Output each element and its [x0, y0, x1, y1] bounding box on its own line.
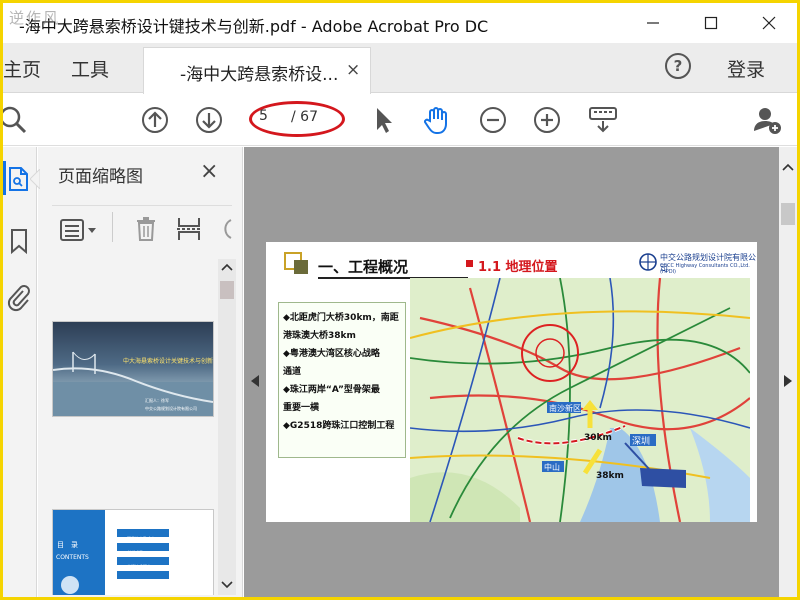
delete-page-icon[interactable] — [134, 216, 158, 242]
map-label-zhongshan: 中山 — [544, 462, 560, 472]
watermark-logo: 逆作风 — [9, 9, 61, 27]
document-page: 一、工程概况 1.1 地理位置 中交公路规划设计院有限公司 CCCC Highw… — [266, 242, 757, 522]
toc-item: 创新成果 — [117, 550, 169, 565]
thumbnail-options-icon[interactable] — [60, 218, 100, 242]
document-scrollbar[interactable] — [779, 147, 797, 597]
subsection-title: 1.1 地理位置 — [478, 260, 558, 275]
minimize-button[interactable] — [633, 9, 673, 37]
map-distance-30km: 30km — [584, 433, 612, 443]
nav-active-indicator — [3, 161, 6, 195]
section-title: 一、工程概况 — [318, 258, 409, 276]
collapse-left-icon[interactable] — [251, 375, 259, 387]
acrobat-window: -海中大跨悬索桥设计键技术与创新.pdf - Adobe Acrobat Pro… — [3, 3, 797, 597]
thumbnail-2-heading-cn: 目 录 — [57, 541, 78, 549]
thumbnail-page-2[interactable]: 目 录 CONTENTS 工程概况 项目特点及难点 创新成果 关键技术研究 — [52, 509, 214, 595]
thumbnail-2-toc: 工程概况 项目特点及难点 创新成果 关键技术研究 — [117, 522, 169, 579]
tab-close-button[interactable]: × — [346, 60, 360, 80]
hand-tool-icon[interactable] — [421, 104, 453, 136]
help-icon[interactable]: ? — [665, 53, 691, 79]
tab-bar: 主页 工具 -海中大跨悬索桥设... × ? 登录 — [3, 43, 797, 94]
panel-pointer — [30, 169, 40, 189]
insert-page-icon[interactable] — [176, 216, 202, 242]
thumbnail-panel-close-button[interactable]: × — [200, 159, 218, 184]
maximize-icon — [704, 16, 718, 30]
minimize-icon — [647, 22, 659, 24]
share-user-icon[interactable] — [751, 104, 783, 136]
toolbar-divider — [112, 212, 113, 242]
tab-home[interactable]: 主页 — [3, 55, 41, 82]
company-logo-icon — [639, 253, 657, 271]
doc-scroll-up-icon[interactable] — [782, 163, 794, 171]
thumbnail-page-1[interactable]: 中大海悬索桥设计关键技术与创新 汇报人：徐军 中交公路规划设计院有限公司 — [52, 321, 214, 417]
subsection-bullet — [466, 260, 473, 267]
select-arrow-icon[interactable] — [367, 104, 399, 136]
bullet-line: 通道 — [283, 367, 302, 377]
section-marker-icon — [284, 252, 308, 274]
toolbar: 5 / 67 — [3, 94, 797, 146]
close-window-button[interactable] — [749, 9, 789, 37]
bullet-list: ◆北距虎门大桥30km，南距 港珠澳大桥38km ◆粤港澳大湾区核心战略 通道 … — [278, 302, 406, 458]
document-scroll-thumb[interactable] — [781, 203, 795, 225]
thumbnail-scroll-thumb[interactable] — [220, 281, 234, 299]
thumbnail-2-heading-en: CONTENTS — [56, 554, 89, 561]
thumbnail-scrollbar[interactable] — [218, 259, 236, 595]
bridge-image — [53, 351, 213, 416]
company-name-en: CCCC Highway Consultants CO.,Ltd.(HPDI) — [660, 263, 750, 275]
bullet-line: ◆北距虎门大桥30km，南距 — [283, 313, 399, 323]
map-label-shenzhen: 深圳 — [632, 436, 650, 447]
login-button[interactable]: 登录 — [727, 55, 765, 82]
bullet-line: 港珠澳大桥38km — [283, 331, 356, 341]
thumbnail-panel-title: 页面缩略图 — [58, 167, 143, 187]
tab-document[interactable]: -海中大跨悬索桥设... × — [143, 47, 371, 94]
title-bar: -海中大跨悬索桥设计键技术与创新.pdf - Adobe Acrobat Pro… — [3, 3, 797, 43]
scroll-down-icon[interactable] — [221, 581, 233, 589]
toc-item: 项目特点及难点 — [117, 536, 169, 551]
thumbnail-toolbar — [52, 205, 232, 242]
attachment-icon[interactable] — [5, 283, 31, 313]
thumbnail-2-globe-icon — [61, 576, 79, 594]
region-map: 南沙新区 中山 深圳 30km 38km — [410, 278, 750, 522]
window-title: -海中大跨悬索桥设计键技术与创新.pdf - Adobe Acrobat Pro… — [19, 17, 489, 36]
left-nav-rail — [3, 147, 37, 597]
bullet-line: 重要一横 — [283, 403, 320, 413]
page-down-icon[interactable] — [193, 104, 225, 136]
map-distance-38km: 38km — [596, 471, 624, 481]
page-up-icon[interactable] — [139, 104, 171, 136]
tab-tools[interactable]: 工具 — [71, 55, 109, 82]
bookmark-icon[interactable] — [7, 227, 31, 255]
keyboard-icon[interactable] — [587, 104, 619, 136]
bullet-line: ◆粤港澳大湾区核心战略 — [283, 349, 380, 359]
document-viewport[interactable]: 一、工程概况 1.1 地理位置 中交公路规划设计院有限公司 CCCC Highw… — [244, 147, 779, 597]
map-label-nansha: 南沙新区 — [549, 403, 581, 413]
bullet-line: ◆珠江两岸“A”型骨架最 — [283, 385, 380, 395]
thumbnail-panel: 页面缩略图 × 中大海悬索桥设计关键技术与创新 汇报人：徐军 中交公路规划设计院… — [30, 147, 243, 597]
zoom-in-icon[interactable] — [531, 104, 563, 136]
maximize-button[interactable] — [691, 9, 731, 37]
bullet-line: ◆G2518跨珠江口控制工程 — [283, 421, 395, 431]
tab-document-label: -海中大跨悬索桥设... — [180, 65, 339, 85]
toc-item: 工程概况 — [117, 522, 169, 537]
rotate-page-icon[interactable] — [218, 216, 232, 242]
pages-icon[interactable] — [7, 165, 31, 193]
search-icon[interactable] — [3, 104, 29, 136]
page-number-annotation — [249, 101, 345, 137]
collapse-right-icon[interactable] — [784, 375, 792, 387]
scroll-up-icon[interactable] — [221, 263, 233, 271]
thumbnail-1-presenter: 汇报人：徐军 — [145, 398, 169, 403]
close-icon — [762, 16, 776, 30]
zoom-out-icon[interactable] — [477, 104, 509, 136]
thumbnail-1-org: 中交公路规划设计院有限公司 — [145, 406, 197, 411]
toc-item: 关键技术研究 — [117, 564, 169, 579]
thumbnail-1-caption: 中大海悬索桥设计关键技术与创新 — [123, 358, 214, 365]
thumbnail-list: 中大海悬索桥设计关键技术与创新 汇报人：徐军 中交公路规划设计院有限公司 1 目… — [38, 259, 218, 595]
